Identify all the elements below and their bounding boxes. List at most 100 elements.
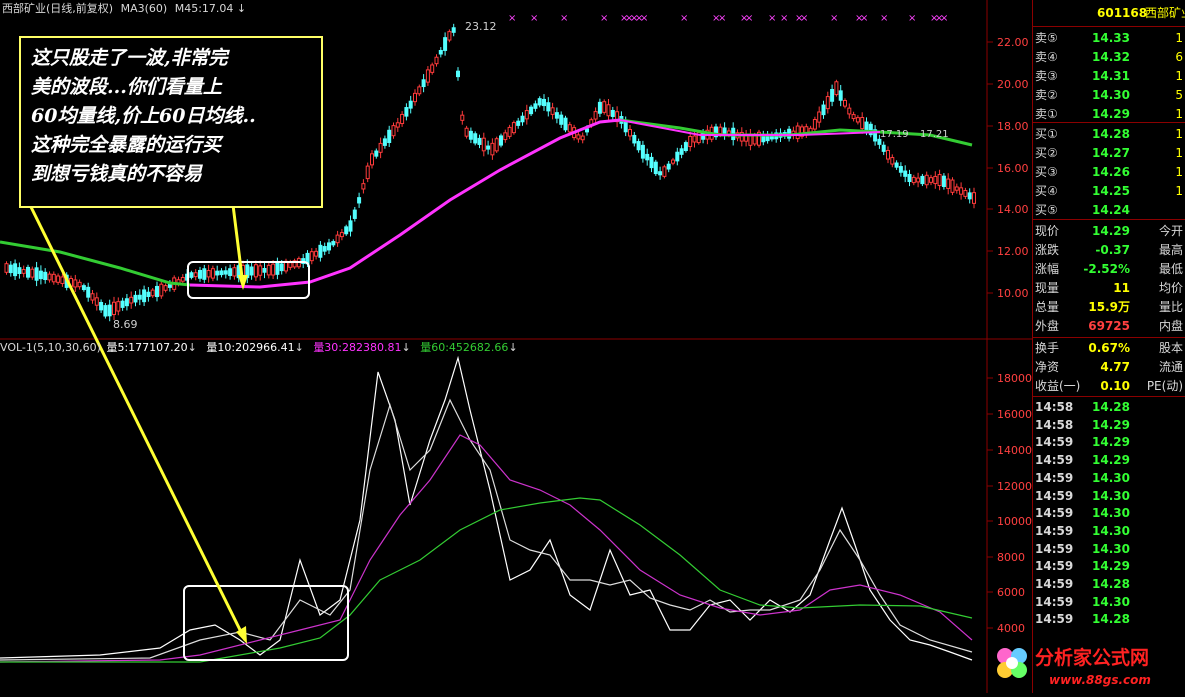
candle-body	[963, 189, 968, 197]
candle-body	[81, 285, 86, 291]
tick-price: 14.30	[1092, 506, 1130, 521]
candle-body	[486, 145, 491, 150]
vol5-arrow-icon[interactable]: ↓	[188, 341, 197, 354]
candle-body	[417, 86, 422, 95]
candle-body	[430, 64, 435, 73]
volume-indicator-name[interactable]: VOL-1(5,10,30,60)	[0, 341, 101, 354]
candle-body	[180, 277, 185, 282]
candle-body	[357, 197, 362, 204]
tick-time: 14:59	[1035, 559, 1074, 574]
candle-body	[361, 183, 366, 190]
mid-price-label-2: 17.21	[920, 129, 949, 140]
candle-body	[60, 276, 65, 284]
candle-body	[662, 166, 667, 177]
candle-body	[198, 269, 202, 279]
vol30-value: 量30:282380.81	[313, 341, 402, 354]
candle-body	[834, 81, 839, 96]
stat-5[interactable]: 外盘 69725 内盘	[1033, 317, 1185, 335]
candle-body	[812, 119, 817, 130]
candle-body	[636, 141, 641, 151]
stat-5-extra: 内盘	[1158, 319, 1183, 333]
tick-row: 14:58 14.29	[1033, 416, 1185, 434]
candle-body	[477, 137, 482, 145]
sell-level-2[interactable]: 卖② 14.30 5	[1033, 86, 1185, 104]
vol10-arrow-icon[interactable]: ↓	[295, 341, 304, 354]
watermark-url: www.88gs.com	[1049, 673, 1151, 687]
annotation-callout: 这只股走了一波,非常完 美的波段...你们看量上 60均量线,价上60日均线..…	[19, 36, 323, 208]
candle-body	[159, 283, 164, 297]
candle-body	[559, 114, 564, 125]
candle-body	[516, 120, 521, 126]
buy-level-3[interactable]: 买③ 14.26 1	[1033, 163, 1185, 181]
tick-row: 14:58 14.28	[1033, 398, 1185, 416]
candle-body	[640, 144, 645, 159]
candle-body	[279, 263, 284, 272]
candle-body	[886, 149, 890, 160]
candle-body	[391, 125, 396, 137]
candle-body	[404, 107, 409, 117]
vol30-arrow-icon[interactable]: ↓	[402, 341, 411, 354]
candle-body	[683, 142, 688, 152]
chart-area[interactable]: × × × × × × × × × × × × × × × × × × × × × × × × × × 22.00 20.00 18.…	[0, 0, 1032, 693]
buy-level-4[interactable]: 买④ 14.25 1	[1033, 182, 1185, 200]
candle-body	[460, 114, 465, 121]
quote-title: 601168 西部矿业	[1033, 4, 1185, 24]
candle-body	[511, 122, 516, 134]
tick-time: 14:59	[1035, 488, 1074, 503]
buy-level-1-extra: 1	[1175, 127, 1183, 141]
candle-body	[189, 272, 194, 278]
extra-0-label: 换手	[1035, 341, 1060, 355]
candle-body	[348, 220, 353, 232]
candle-body	[671, 159, 675, 164]
extra-1[interactable]: 净资 4.77 流通	[1033, 358, 1185, 376]
candle-body	[129, 296, 134, 304]
extra-2[interactable]: 收益(一) 0.10 PE(动)	[1033, 377, 1185, 395]
sell-level-4[interactable]: 卖④ 14.32 6	[1033, 48, 1185, 66]
stat-3-label: 现量	[1035, 281, 1060, 295]
stat-4[interactable]: 总量 15.9万 量比	[1033, 298, 1185, 316]
candle-body	[327, 242, 331, 251]
candle-body	[322, 246, 327, 252]
candle-body	[275, 262, 280, 275]
candle-body	[365, 165, 370, 180]
candle-body	[718, 126, 723, 135]
stat-0[interactable]: 现价 14.29 今开	[1033, 222, 1185, 240]
sell-level-5[interactable]: 卖⑤ 14.33 1	[1033, 29, 1185, 47]
signal-marker: ×	[860, 13, 868, 24]
candle-body	[499, 135, 503, 146]
sell-level-1-label: 卖①	[1035, 107, 1058, 121]
tick-time: 14:59	[1035, 612, 1074, 627]
stat-3[interactable]: 现量 11 均价	[1033, 279, 1185, 297]
sell-level-1-value: 14.29	[1092, 107, 1130, 121]
stat-2-label: 涨幅	[1035, 262, 1060, 276]
stat-1[interactable]: 涨跌 -0.37 最高	[1033, 241, 1185, 259]
candle-body	[550, 107, 555, 115]
candle-body	[494, 138, 499, 152]
candle-body	[623, 120, 628, 133]
buy-level-3-label: 买③	[1035, 165, 1058, 179]
price-axis-tick: 22.00	[997, 36, 1029, 49]
buy-level-1[interactable]: 买① 14.28 1	[1033, 125, 1185, 143]
price-axis-tick: 20.00	[997, 78, 1029, 91]
high-price-label: 23.12	[465, 20, 497, 33]
candle-body	[133, 294, 138, 303]
sell-level-1[interactable]: 卖① 14.29 1	[1033, 105, 1185, 123]
buy-level-2[interactable]: 买② 14.27 1	[1033, 144, 1185, 162]
candle-body	[150, 289, 155, 297]
stat-2[interactable]: 涨幅 -2.52% 最低	[1033, 260, 1185, 278]
sell-level-3[interactable]: 卖③ 14.31 1	[1033, 67, 1185, 85]
candle-body	[898, 166, 903, 173]
candle-body	[692, 135, 697, 143]
buy-level-5[interactable]: 买⑤ 14.24	[1033, 201, 1185, 219]
extra-0[interactable]: 换手 0.67% 股本	[1033, 339, 1185, 357]
vol60-arrow-icon[interactable]: ↓	[508, 341, 517, 354]
candle-body	[309, 251, 314, 262]
candle-body	[253, 264, 258, 278]
header-arrow-icon[interactable]: ↓	[237, 2, 246, 15]
vol60-line	[0, 497, 973, 663]
candle-body	[653, 161, 658, 175]
tick-price: 14.29	[1092, 417, 1130, 432]
candle-body	[387, 129, 392, 144]
sell-level-5-label: 卖⑤	[1035, 31, 1058, 45]
signal-marker: ×	[908, 13, 916, 24]
